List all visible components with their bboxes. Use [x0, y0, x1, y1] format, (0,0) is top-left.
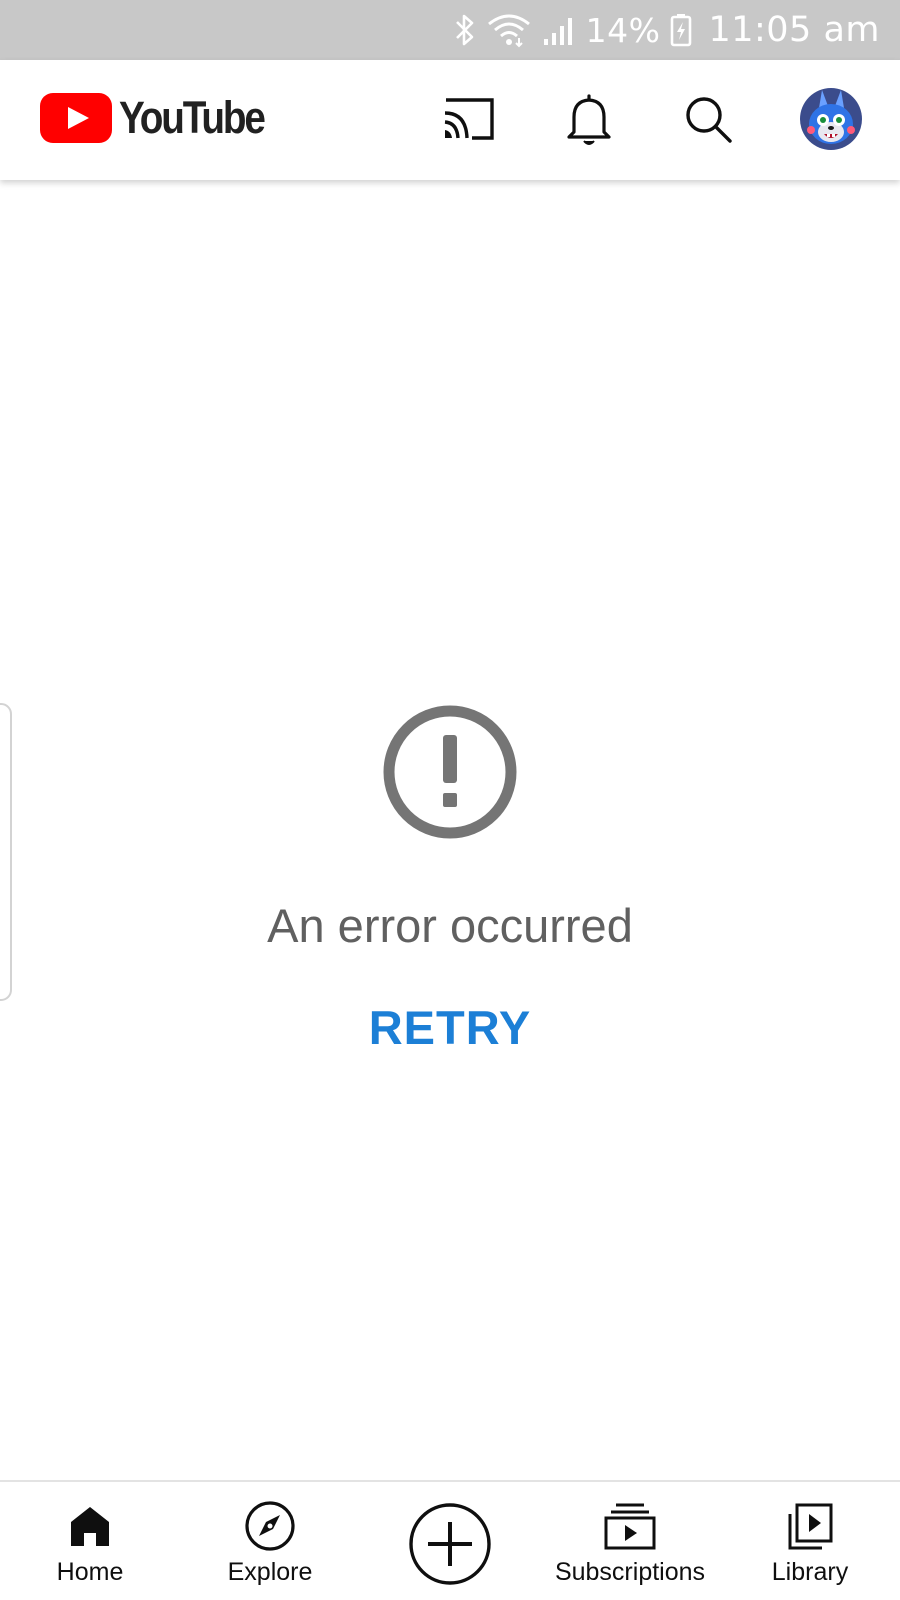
avatar[interactable]	[800, 88, 862, 150]
library-icon	[788, 1503, 833, 1550]
youtube-play-logo-icon	[40, 93, 112, 143]
main-content: An error occurred RETRY	[0, 180, 900, 1480]
nav-item-home[interactable]: Home	[40, 1482, 140, 1600]
nav-item-library[interactable]: Library	[760, 1482, 860, 1600]
bell-icon	[567, 94, 611, 145]
status-bar: 14% 11:05 am	[0, 0, 900, 60]
notifications-button[interactable]	[557, 88, 621, 152]
subscriptions-icon	[604, 1503, 656, 1550]
nav-item-subscriptions[interactable]: Subscriptions	[545, 1482, 715, 1600]
signal-icon	[542, 13, 576, 47]
youtube-logo[interactable]: YouTube	[40, 92, 287, 144]
nav-item-explore[interactable]: Explore	[210, 1482, 330, 1600]
create-plus-icon	[409, 1503, 491, 1585]
bluetooth-icon	[454, 13, 476, 47]
nav-label-subscriptions: Subscriptions	[554, 1558, 706, 1586]
wifi-icon	[486, 12, 532, 48]
cast-icon	[444, 98, 494, 140]
nav-label-library: Library	[771, 1558, 849, 1586]
app-header: YouTube	[0, 60, 900, 180]
nav-item-create[interactable]	[408, 1502, 492, 1586]
exclamation-circle-icon	[383, 705, 517, 839]
status-time: 11:05 am	[708, 10, 880, 50]
battery-charging-icon	[670, 13, 692, 47]
nav-label-home: Home	[56, 1558, 124, 1586]
cast-button[interactable]	[438, 88, 502, 152]
search-button[interactable]	[677, 88, 741, 152]
compass-icon	[245, 1501, 295, 1551]
battery-percent: 14%	[585, 10, 661, 50]
side-drawer-handle[interactable]	[0, 703, 12, 1001]
nav-label-explore: Explore	[227, 1558, 313, 1586]
bottom-navigation: Home Explore Subscriptions Library	[0, 1480, 900, 1600]
home-icon	[71, 1507, 109, 1546]
search-icon	[686, 97, 732, 143]
youtube-wordmark: YouTube	[119, 92, 266, 143]
error-message: An error occurred	[267, 899, 633, 952]
account-avatar-icon	[800, 88, 862, 150]
retry-button[interactable]: RETRY	[345, 992, 555, 1062]
